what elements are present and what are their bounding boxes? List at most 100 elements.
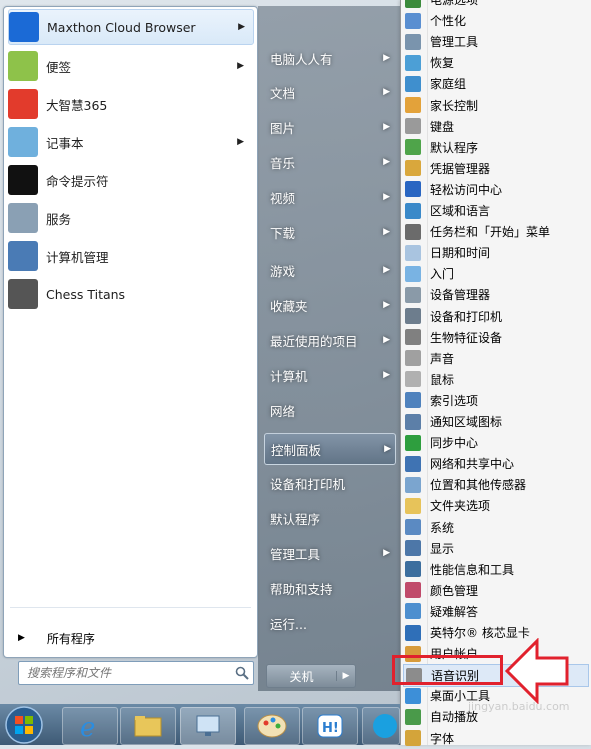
start-menu-place-item[interactable]: 电脑人人有 ▶ [264,43,394,73]
program-item[interactable]: Chess Titans [8,277,252,311]
control-panel-item[interactable]: 个性化 [403,10,587,31]
control-panel-item[interactable]: 任务栏和「开始」菜单 [403,221,587,242]
program-item[interactable]: 计算机管理 [8,239,252,273]
start-menu-place-item[interactable]: 默认程序 [264,503,394,533]
control-panel-item[interactable]: 字体 [403,728,587,749]
control-panel-item-icon [405,455,421,472]
control-panel-item[interactable]: 电源选项 [403,0,587,10]
start-menu-place-item[interactable]: 设备和打印机 [264,468,394,498]
control-panel-item[interactable]: 日期和时间 [403,242,587,263]
start-menu-place-item[interactable]: 音乐 ▶ [264,147,394,177]
paint-taskbar-button[interactable] [244,707,300,745]
control-panel-item-icon [405,160,421,177]
control-panel-item-label: 通知区域图标 [430,415,503,429]
control-panel-item-icon [405,350,421,367]
control-panel-item[interactable]: 索引选项 [403,390,587,411]
search-icon[interactable] [231,663,253,683]
skype-taskbar-button[interactable] [362,707,400,745]
control-panel-item-icon [405,244,421,261]
submenu-arrow-icon[interactable]: ▶ [237,61,244,71]
start-menu-place-item[interactable]: 游戏 ▶ [264,255,394,285]
control-panel-item-label: 索引选项 [430,393,479,408]
all-programs-button[interactable]: ▶ 所有程序 [14,627,250,649]
control-panel-item-label: 鼠标 [430,372,455,387]
control-panel-item[interactable]: 键盘 [403,116,587,137]
control-panel-item[interactable]: 设备和打印机 [403,306,587,327]
control-panel-item[interactable]: 鼠标 [403,369,587,390]
control-panel-item[interactable]: 入门 [403,263,587,284]
control-panel-item-label: 设备管理器 [430,288,491,303]
search-box[interactable] [18,661,254,685]
control-panel-item[interactable]: 家庭组 [403,73,587,94]
start-menu-place-item[interactable]: 管理工具 ▶ [264,538,394,568]
hi-app-taskbar-button[interactable]: H! [302,707,358,745]
ie-taskbar-button[interactable]: e [62,707,118,745]
submenu-arrow-icon[interactable]: ▶ [237,137,244,147]
control-panel-item-label: 入门 [430,267,455,282]
control-panel-item-icon [405,497,421,514]
start-orb-icon[interactable] [2,705,46,745]
search-input[interactable] [19,665,231,681]
red-arrow-icon [505,638,569,704]
control-panel-item[interactable]: 设备管理器 [403,284,587,305]
control-panel-item[interactable]: 管理工具 [403,31,587,52]
control-panel-item[interactable]: 文件夹选项 [403,495,587,516]
shutdown-options-arrow-icon[interactable]: ▶ [336,671,355,681]
control-panel-item-label: 性能信息和工具 [430,562,515,577]
control-panel-item[interactable]: 同步中心 [403,432,587,453]
start-menu-place-item[interactable]: 帮助和支持 [264,573,394,603]
control-panel-item-label: 网络和共享中心 [430,457,515,472]
explorer-taskbar-button[interactable] [120,707,176,745]
control-panel-item-label: 管理工具 [430,35,479,50]
start-menu-place-item[interactable]: 运行... [264,608,394,638]
control-panel-item-label: 区域和语言 [430,204,491,218]
control-panel-item[interactable]: 声音 [403,348,587,369]
control-panel-item-icon [405,708,421,725]
control-panel-item[interactable]: 显示 [403,538,587,559]
program-item[interactable]: 服务 [8,201,252,235]
control-panel-item-icon [405,730,421,746]
svg-text:e: e [80,713,95,743]
program-item[interactable]: 记事本 ▶ [8,125,252,159]
computer-management-icon [8,241,38,271]
control-panel-item[interactable]: 区域和语言 [403,200,587,221]
start-menu-place-item[interactable]: 文档 ▶ [264,77,394,107]
place-label: 默认程序 [270,511,321,527]
start-menu-place-item[interactable]: 网络 [264,395,394,425]
divider [10,607,251,608]
control-panel-item[interactable]: 家长控制 [403,95,587,116]
start-menu-place-item[interactable]: 计算机 ▶ [264,360,394,390]
control-panel-item-label: 键盘 [430,119,455,134]
submenu-arrow-icon[interactable]: ▶ [238,22,245,32]
control-panel-item[interactable]: 凭据管理器 [403,158,587,179]
control-panel-item[interactable]: 疑难解答 [403,601,587,622]
shutdown-button[interactable]: 关机 ▶ [266,664,356,688]
control-panel-item[interactable]: 生物特征设备 [403,327,587,348]
program-item[interactable]: Maxthon Cloud Browser ▶ [8,9,254,45]
submenu-arrow-icon: ▶ [383,370,390,380]
program-item[interactable]: 大智慧365 [8,87,252,121]
program-item[interactable]: 命令提示符 [8,163,252,197]
control-panel-item[interactable]: 轻松访问中心 [403,179,587,200]
program-item[interactable]: 便签 ▶ [8,49,252,83]
control-panel-item[interactable]: 系统 [403,517,587,538]
control-panel-item[interactable]: 网络和共享中心 [403,453,587,474]
control-panel-item-icon [405,392,421,409]
start-menu-place-item[interactable]: 最近使用的项目 ▶ [264,325,394,355]
control-panel-item-icon [405,540,421,557]
start-menu-place-item[interactable]: 视频 ▶ [264,182,394,212]
remote-desktop-taskbar-button[interactable] [180,707,236,745]
control-panel-item[interactable]: 颜色管理 [403,580,587,601]
control-panel-item[interactable]: 默认程序 [403,137,587,158]
control-panel-item[interactable]: 通知区域图标 [403,411,587,432]
control-panel-item[interactable]: 性能信息和工具 [403,559,587,580]
control-panel-item-icon [405,118,421,135]
start-menu-place-item[interactable]: 下载 ▶ [264,217,394,247]
start-menu-place-item[interactable]: 收藏夹 ▶ [264,290,394,320]
start-menu-place-item[interactable]: 控制面板 ▶ [264,433,396,465]
control-panel-item-label: 生物特征设备 [430,330,503,345]
control-panel-item[interactable]: 恢复 [403,52,587,73]
control-panel-item[interactable]: 位置和其他传感器 [403,474,587,495]
start-menu-place-item[interactable]: 图片 ▶ [264,112,394,142]
control-panel-item-icon [405,476,421,493]
